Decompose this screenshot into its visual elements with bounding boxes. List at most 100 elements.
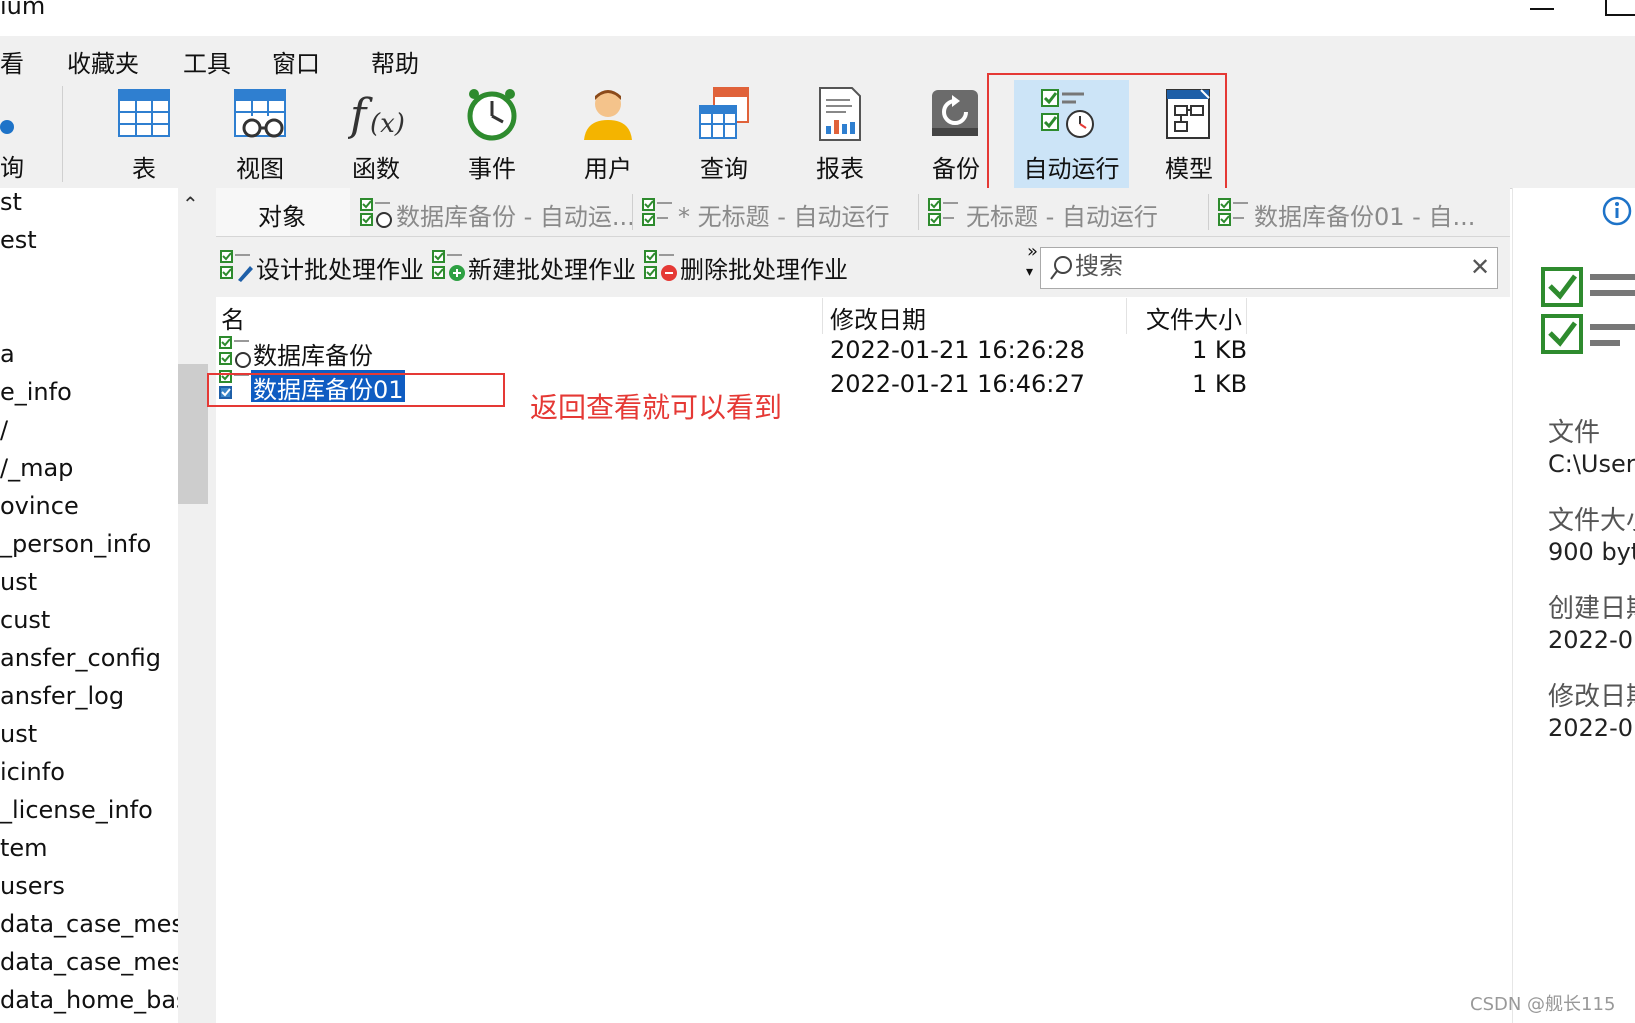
automation-icon <box>1218 198 1248 226</box>
more-actions-icon[interactable]: » <box>1027 241 1038 262</box>
tab-separator <box>1208 194 1209 230</box>
tab-backup-automation-label: 数据库备份 - 自动运... <box>396 203 635 231</box>
sidebar-scroll-thumb[interactable] <box>178 364 208 504</box>
query-icon <box>699 87 749 139</box>
column-header-size[interactable]: 文件大小 <box>1146 300 1242 335</box>
tree-item[interactable]: users <box>0 872 65 910</box>
toolbar-table-label: 表 <box>132 155 156 183</box>
column-header-modified[interactable]: 修改日期 <box>830 300 926 335</box>
tree-item[interactable]: / <box>0 416 8 454</box>
tree-item[interactable]: ansfer_config <box>0 644 161 682</box>
tab-objects[interactable]: 对象 <box>216 188 350 236</box>
menu-window[interactable]: 窗口 <box>272 44 320 79</box>
automation-job-icon <box>219 336 251 368</box>
sidebar-scrollbar[interactable] <box>178 188 216 1023</box>
automation-icon <box>928 198 958 226</box>
row-size: 1 KB <box>1192 336 1248 364</box>
tab-untitled-automation-modified-label: * 无标题 - 自动运行 <box>678 203 890 231</box>
tab-backup-automation[interactable]: 数据库备份 - 自动运... <box>352 188 635 236</box>
menu-tools[interactable]: 工具 <box>183 44 231 79</box>
row-size: 1 KB <box>1192 370 1248 398</box>
column-separator[interactable] <box>822 298 823 334</box>
toolbar-report-button[interactable]: 报表 <box>786 80 894 188</box>
detail-modified-label: 修改日期 <box>1548 682 1635 712</box>
tree-item[interactable]: icinfo <box>0 758 65 796</box>
tab-objects-label: 对象 <box>258 203 306 231</box>
menu-view[interactable]: 看 <box>0 44 24 79</box>
svg-text:(x): (x) <box>370 109 405 139</box>
main-toolbar: 询 表 视图 f (x) 函数 事件 用户 查询 报表 备份 自动运行 模型 <box>0 80 1635 189</box>
detail-modified-value: 2022-01 <box>1548 714 1635 742</box>
maximize-button[interactable] <box>1605 0 1635 16</box>
toolbar-query-button[interactable]: 查询 <box>670 80 778 188</box>
toolbar-query-label: 查询 <box>700 155 748 183</box>
tree-item[interactable]: _person_info <box>0 530 151 568</box>
minimize-button[interactable] <box>1530 6 1554 10</box>
annotation-row-box <box>207 373 505 407</box>
dropdown-dot-icon: ▾ <box>1026 264 1034 280</box>
toolbar-user-button[interactable]: 用户 <box>554 80 662 188</box>
object-tree: st est a e_info / /_map ovince _person_i… <box>0 188 178 1023</box>
menu-help[interactable]: 帮助 <box>371 44 419 79</box>
tab-untitled-automation[interactable]: 无标题 - 自动运行 <box>922 188 1196 236</box>
tree-item[interactable]: tem <box>0 834 48 872</box>
search-input[interactable] <box>1075 252 1455 280</box>
detail-file-label: 文件 <box>1548 418 1601 448</box>
tab-backup01-automation-label: 数据库备份01 - 自... <box>1254 203 1476 231</box>
tab-untitled-automation-modified[interactable]: * 无标题 - 自动运行 <box>636 188 906 236</box>
detail-size-value: 900 byt <box>1548 538 1635 566</box>
view-icon <box>234 89 286 138</box>
clear-search-icon[interactable]: ✕ <box>1470 253 1490 281</box>
tree-item[interactable]: st <box>0 188 22 226</box>
toolbar-query-partial[interactable]: 询 <box>0 80 40 188</box>
detail-created-value: 2022-01 <box>1548 626 1635 654</box>
tree-item[interactable]: e_info <box>0 378 72 416</box>
tab-separator <box>632 194 633 230</box>
search-icon <box>1050 256 1072 280</box>
automation-icon <box>360 198 392 228</box>
function-icon: f (x) <box>348 90 405 141</box>
toolbar-user-label: 用户 <box>584 155 632 183</box>
column-separator[interactable] <box>1126 298 1127 334</box>
table-row[interactable]: 数据库备份 2022-01-21 16:26:28 1 KB <box>216 336 1248 370</box>
row-modified: 2022-01-21 16:26:28 <box>830 336 1085 364</box>
tree-item[interactable]: a <box>0 340 15 378</box>
tree-item[interactable]: data_case_mess <box>0 910 178 948</box>
row-name: 数据库备份 <box>253 342 373 370</box>
tab-separator <box>918 194 919 230</box>
tree-item[interactable]: ansfer_log <box>0 682 124 720</box>
detail-created-label: 创建日期 <box>1548 594 1635 624</box>
column-header-name[interactable]: 名 <box>221 300 245 335</box>
tree-item[interactable]: ust <box>0 568 37 606</box>
annotation-text: 返回查看就可以看到 <box>530 391 783 424</box>
column-separator[interactable] <box>1246 298 1247 334</box>
tree-item[interactable]: data_case_mess <box>0 948 178 986</box>
collapse-arrow-icon[interactable]: ⌃ <box>182 192 199 216</box>
toolbar-separator <box>62 86 63 182</box>
tree-item[interactable]: ovince <box>0 492 79 530</box>
tree-item[interactable]: data_home_basi <box>0 986 178 1023</box>
toolbar-event-label: 事件 <box>468 155 516 183</box>
report-icon <box>819 87 861 141</box>
tree-item[interactable]: _license_info <box>0 796 153 834</box>
table-icon <box>118 89 170 137</box>
tree-item[interactable]: cust <box>0 606 50 644</box>
watermark: CSDN @舰长115 <box>1470 994 1616 1015</box>
toolbar-event-button[interactable]: 事件 <box>438 80 546 188</box>
new-batch-job-label: 新建批处理作业 <box>468 256 636 284</box>
detail-file-value: C:\Users <box>1548 450 1635 478</box>
toolbar-view-label: 视图 <box>236 155 284 183</box>
event-clock-icon <box>467 89 517 141</box>
tab-backup01-automation[interactable]: 数据库备份01 - 自... <box>1212 188 1492 236</box>
toolbar-function-button[interactable]: f (x) 函数 <box>322 80 430 188</box>
tree-item[interactable]: est <box>0 226 37 264</box>
automation-large-icon <box>1541 267 1635 354</box>
toolbar-function-label: 函数 <box>352 155 400 183</box>
info-icon[interactable] <box>1602 196 1632 226</box>
toolbar-view-button[interactable]: 视图 <box>206 80 314 188</box>
toolbar-table-button[interactable]: 表 <box>90 80 198 188</box>
tree-item[interactable]: ust <box>0 720 37 758</box>
toolbar-report-label: 报表 <box>816 155 864 183</box>
menu-favorites[interactable]: 收藏夹 <box>67 44 139 79</box>
tree-item[interactable]: /_map <box>0 454 73 492</box>
